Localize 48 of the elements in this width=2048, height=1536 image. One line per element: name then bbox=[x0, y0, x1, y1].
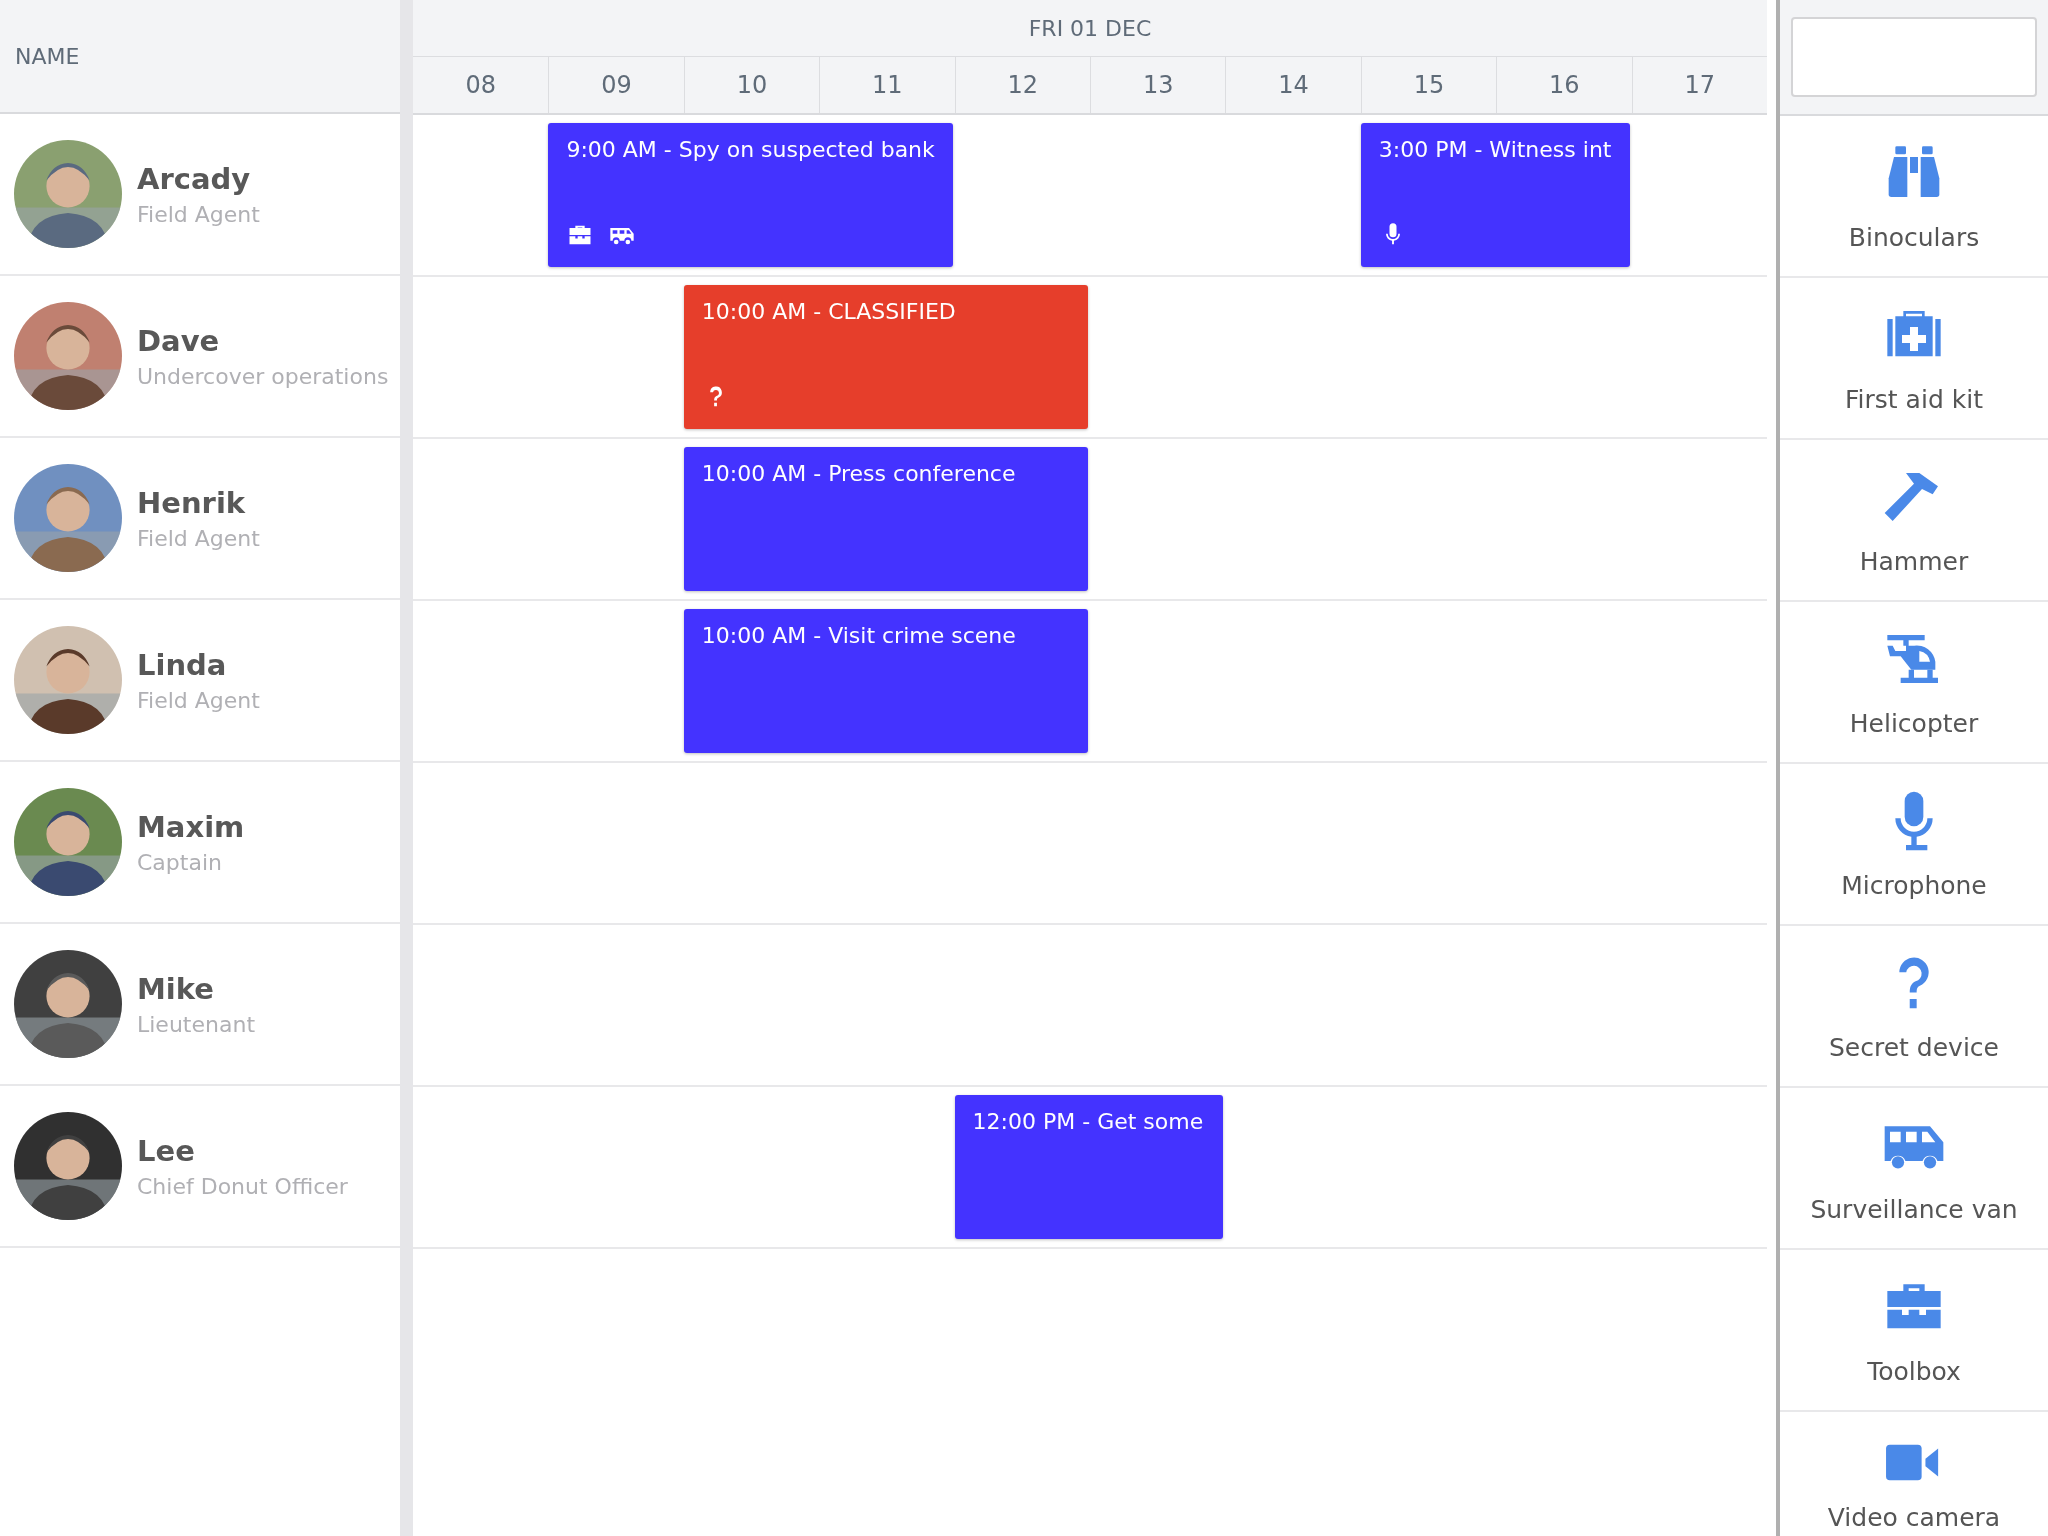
date-header: FRI 01 DEC bbox=[1028, 15, 1152, 41]
resource-label: First aid kit bbox=[1845, 384, 1983, 414]
hour-label: 17 bbox=[1684, 71, 1715, 99]
resource-label: Surveillance van bbox=[1810, 1194, 2018, 1224]
hour-label: 13 bbox=[1142, 71, 1174, 99]
hour-label: 09 bbox=[601, 71, 632, 99]
event-block[interactable]: 10:00 AM - CLASSIFIED bbox=[683, 285, 1088, 429]
event-block[interactable]: 10:00 AM - Press conference bbox=[683, 447, 1088, 591]
hour-label: 14 bbox=[1278, 71, 1309, 99]
resource-label: Helicopter bbox=[1849, 708, 1979, 738]
event-block[interactable]: 12:00 PM - Get some bbox=[954, 1095, 1224, 1239]
event-block[interactable]: 9:00 AM - Spy on suspected bank bbox=[548, 123, 953, 267]
resource-label: Secret device bbox=[1829, 1032, 1999, 1062]
hour-label: 08 bbox=[465, 71, 496, 99]
person-role: Field Agent bbox=[137, 687, 260, 713]
person-role: Field Agent bbox=[137, 525, 260, 551]
event-block[interactable]: 3:00 PM - Witness int bbox=[1360, 123, 1630, 267]
person-name: Maxim bbox=[137, 809, 245, 844]
event-title: 10:00 AM - Press conference bbox=[701, 461, 1017, 486]
resource-label: Microphone bbox=[1841, 870, 1987, 900]
person-name: Henrik bbox=[137, 485, 247, 520]
event-title: 9:00 AM - Spy on suspected bank bbox=[566, 137, 936, 162]
person-role: Captain bbox=[137, 849, 223, 875]
resource-label: Binoculars bbox=[1848, 222, 1980, 252]
column-header: NAME bbox=[15, 43, 80, 69]
person-role: Chief Donut Officer bbox=[137, 1173, 348, 1199]
hour-label: 12 bbox=[1007, 71, 1039, 99]
event-title: 12:00 PM - Get some bbox=[972, 1109, 1205, 1134]
person-name: Dave bbox=[137, 323, 221, 358]
person-name: Mike bbox=[137, 971, 215, 1006]
person-role: Undercover operations bbox=[137, 363, 389, 389]
hour-label: 15 bbox=[1413, 71, 1445, 99]
hour-label: 10 bbox=[736, 71, 768, 99]
event-block[interactable]: 10:00 AM - Visit crime scene bbox=[683, 609, 1088, 753]
hour-label: 11 bbox=[872, 71, 903, 99]
resource-label: Video camera bbox=[1827, 1503, 2001, 1532]
person-role: Lieutenant bbox=[137, 1011, 255, 1037]
event-title: 10:00 AM - Visit crime scene bbox=[701, 623, 1017, 648]
person-role: Field Agent bbox=[137, 201, 260, 227]
hour-label: 16 bbox=[1549, 71, 1580, 99]
person-name: Arcady bbox=[137, 161, 252, 196]
event-title: 10:00 AM - CLASSIFIED bbox=[701, 299, 957, 324]
resource-label: Toolbox bbox=[1867, 1356, 1961, 1386]
search-field[interactable] bbox=[1791, 17, 2037, 97]
person-name: Lee bbox=[137, 1133, 196, 1168]
event-title: 3:00 PM - Witness int bbox=[1378, 137, 1613, 162]
person-name: Linda bbox=[137, 647, 228, 682]
resource-label: Hammer bbox=[1859, 546, 1969, 576]
